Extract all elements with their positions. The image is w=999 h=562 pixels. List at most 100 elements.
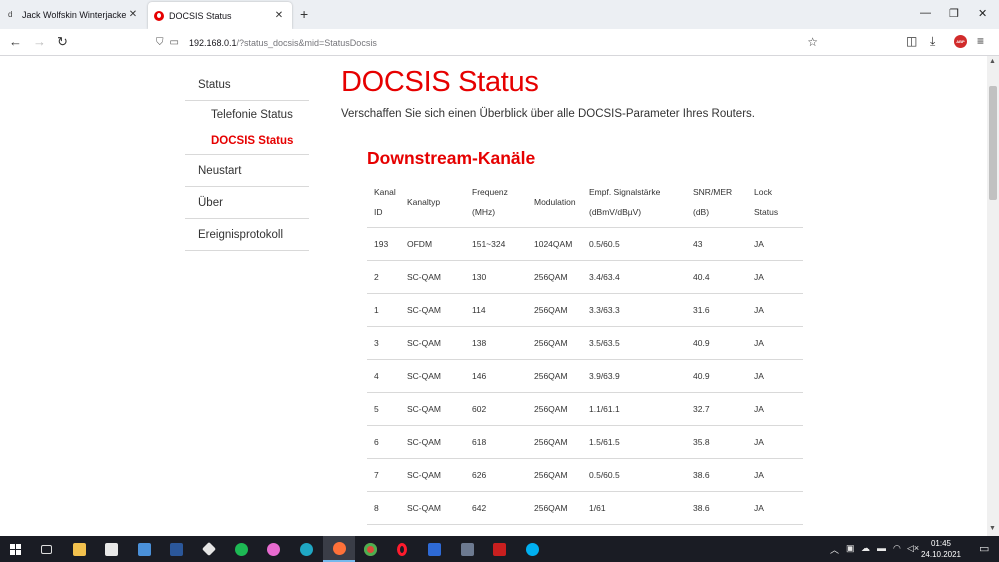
cell-signalstaerke: 1.5/61.5: [589, 425, 693, 459]
scroll-up-icon[interactable]: ▲: [989, 58, 996, 65]
sidebar-item-docsis-status[interactable]: DOCSIS Status: [185, 128, 309, 155]
header-line: Kanal: [374, 187, 396, 198]
chrome-icon[interactable]: [360, 539, 380, 559]
scroll-thumb[interactable]: [989, 86, 997, 200]
window-close-icon[interactable]: ✕: [978, 7, 987, 20]
download-icon[interactable]: ⤓: [930, 34, 935, 49]
dropbox-icon[interactable]: [199, 539, 219, 559]
cell-lock-status: JA: [754, 458, 803, 492]
adblock-icon[interactable]: ABP: [954, 35, 967, 48]
file-explorer-icon[interactable]: [69, 539, 89, 559]
cell-kanaltyp: SC-QAM: [407, 392, 472, 426]
bookmark-star-icon[interactable]: ☆: [807, 35, 818, 49]
scrollbar[interactable]: ▲ ▼: [987, 56, 999, 536]
page-title: DOCSIS Status: [341, 66, 539, 98]
wifi-icon[interactable]: ◠: [893, 543, 901, 554]
new-tab-icon[interactable]: +: [300, 6, 308, 22]
firefox-icon[interactable]: [323, 536, 355, 562]
close-icon[interactable]: ✕: [272, 10, 286, 21]
downstream-table: Kanal ID Kanaltyp Frequenz (MHz) Modulatio…: [367, 178, 803, 525]
url-text[interactable]: 192.168.0.1/?status_docsis&mid=StatusDoc…: [189, 38, 377, 48]
cell-frequenz: 114: [472, 293, 534, 327]
url-bar[interactable]: ⛉ ▭ 192.168.0.1/?status_docsis&mid=Statu…: [150, 32, 830, 53]
header-line: (MHz): [472, 207, 496, 218]
cell-lock-status: JA: [754, 326, 803, 360]
cell-kanaltyp: SC-QAM: [407, 326, 472, 360]
forward-icon[interactable]: →: [33, 34, 46, 49]
menu-icon[interactable]: ≡: [977, 34, 984, 48]
spotify-icon[interactable]: [231, 539, 251, 559]
task-view-icon[interactable]: [36, 539, 56, 559]
sidebar-item-ereignisprotokoll[interactable]: Ereignisprotokoll: [185, 219, 309, 251]
sidebar-item-telefonie-status[interactable]: Telefonie Status: [185, 101, 309, 128]
sidebar-item-ueber[interactable]: Über: [185, 187, 309, 219]
cell-signalstaerke: 0.5/60.5: [589, 227, 693, 261]
header-line: Empf. Signalstärke: [589, 187, 661, 198]
minimize-icon[interactable]: —: [920, 7, 931, 19]
skype-icon[interactable]: [522, 539, 542, 559]
header-lock-status: Lock Status: [754, 178, 803, 228]
volume-icon[interactable]: ◁×: [907, 543, 919, 554]
cell-kanal-id: 8: [367, 491, 407, 525]
cell-kanaltyp: SC-QAM: [407, 425, 472, 459]
table-row: 3 SC-QAM 138 256QAM 3.5/63.5 40.9 JA: [367, 326, 803, 360]
header-line: Frequenz: [472, 187, 508, 198]
sidebar-item-neustart[interactable]: Neustart: [185, 155, 309, 187]
tray-app-icon[interactable]: ▣: [846, 543, 855, 554]
sky-icon[interactable]: [424, 539, 444, 559]
cell-kanal-id: 1: [367, 293, 407, 327]
table-row: 7 SC-QAM 626 256QAM 0.5/60.5 38.6 JA: [367, 458, 803, 492]
acrobat-icon[interactable]: [489, 539, 509, 559]
header-line: (dBmV/dBµV): [589, 207, 642, 218]
cell-kanaltyp: SC-QAM: [407, 458, 472, 492]
tab-title: Jack Wolfskin Winterjacke »OST: [22, 9, 126, 20]
header-line: Status: [754, 207, 779, 218]
tray-cloud-icon[interactable]: ☁: [861, 543, 870, 554]
cell-signalstaerke: 3.5/63.5: [589, 326, 693, 360]
cell-frequenz: 626: [472, 458, 534, 492]
word-icon[interactable]: [166, 539, 186, 559]
cell-snr-mer: 40.4: [693, 260, 754, 294]
page-content: Status Telefonie Status DOCSIS Status Ne…: [0, 56, 987, 536]
cell-snr-mer: 32.7: [693, 392, 754, 426]
header-signalstaerke: Empf. Signalstärke (dBmV/dBµV): [589, 178, 693, 228]
itunes-icon[interactable]: [263, 539, 283, 559]
page-info-icon[interactable]: ▭: [170, 37, 179, 48]
cell-signalstaerke: 0.5/60.5: [589, 458, 693, 492]
cell-frequenz: 138: [472, 326, 534, 360]
tray-expand-icon[interactable]: ︿: [830, 543, 839, 556]
header-kanaltyp: Kanaltyp: [407, 178, 472, 228]
edge-icon[interactable]: [296, 539, 316, 559]
store-icon[interactable]: [101, 539, 121, 559]
taskbar-clock[interactable]: 01:45 24.10.2021: [920, 538, 962, 560]
vodafone-icon: [154, 10, 164, 21]
reload-icon[interactable]: ↻: [57, 34, 68, 50]
tray-battery-icon[interactable]: ▬: [877, 543, 886, 553]
tab-strip: d Jack Wolfskin Winterjacke »OST ✕ DOCSI…: [0, 0, 999, 29]
header-line: Lock: [754, 187, 772, 198]
cell-frequenz: 130: [472, 260, 534, 294]
cell-signalstaerke: 1/61: [589, 491, 693, 525]
notification-icon[interactable]: ▭: [979, 542, 989, 555]
tab-jack-wolfskin[interactable]: d Jack Wolfskin Winterjacke »OST ✕: [0, 0, 146, 29]
nav-bar: ← → ↻ ⛉ ▭ 192.168.0.1/?status_docsis&mid…: [0, 29, 999, 56]
mail-icon[interactable]: [134, 539, 154, 559]
sidebar-item-status[interactable]: Status: [185, 70, 309, 101]
scroll-down-icon[interactable]: ▼: [989, 525, 996, 532]
table-row: 5 SC-QAM 602 256QAM 1.1/61.1 32.7 JA: [367, 392, 803, 426]
back-icon[interactable]: ←: [9, 34, 22, 49]
close-icon[interactable]: ✕: [126, 9, 140, 20]
cell-kanal-id: 5: [367, 392, 407, 426]
cell-kanaltyp: SC-QAM: [407, 359, 472, 393]
restore-icon[interactable]: ❐: [949, 7, 959, 20]
windows-start-icon[interactable]: [10, 544, 21, 555]
calculator-icon[interactable]: [457, 539, 477, 559]
opera-icon[interactable]: [392, 539, 412, 559]
shield-icon[interactable]: ⛉: [156, 37, 164, 48]
cell-kanal-id: 3: [367, 326, 407, 360]
cell-frequenz: 642: [472, 491, 534, 525]
tab-docsis-status[interactable]: DOCSIS Status ✕: [148, 2, 292, 29]
pocket-icon[interactable]: ◫: [906, 34, 917, 48]
cell-lock-status: JA: [754, 392, 803, 426]
cell-frequenz: 146: [472, 359, 534, 393]
